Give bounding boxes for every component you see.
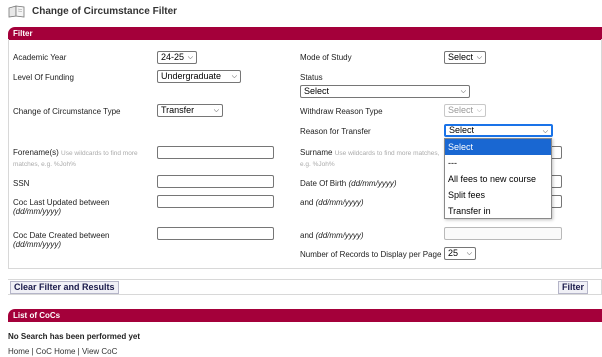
footer-link-coc-home[interactable]: CoC Home bbox=[36, 347, 76, 356]
book-icon bbox=[8, 4, 26, 18]
and-label: and bbox=[300, 231, 314, 240]
surname-label-group: Surname Use wildcards to find more match… bbox=[300, 148, 442, 170]
page-header: Change of Circumstance Filter bbox=[8, 2, 177, 20]
coc-last-updated-and-group: and (dd/mm/yyyy) bbox=[300, 198, 364, 208]
withdraw-reason-type-label: Withdraw Reason Type bbox=[300, 107, 383, 116]
dropdown-option-transfer-in[interactable]: Transfer in bbox=[445, 203, 551, 219]
academic-year-value: 24-25 bbox=[161, 52, 185, 62]
no-search-message: No Search has been performed yet bbox=[8, 332, 141, 341]
mode-of-study-select[interactable]: Select ⌵ bbox=[444, 51, 486, 64]
coc-date-created-from-input[interactable] bbox=[157, 227, 274, 240]
coc-date-created-format: (dd/mm/yyyy) bbox=[13, 240, 61, 249]
chevron-down-icon: ⌵ bbox=[542, 128, 548, 135]
status-select[interactable]: Select ⌵ bbox=[300, 85, 470, 98]
chevron-down-icon: ⌵ bbox=[476, 54, 482, 61]
reason-for-transfer-select[interactable]: Select ⌵ bbox=[444, 124, 553, 137]
coc-last-updated-from-input[interactable] bbox=[157, 195, 274, 208]
level-of-funding-select[interactable]: Undergraduate ⌵ bbox=[157, 70, 241, 83]
records-per-page-value: 25 bbox=[448, 248, 459, 258]
forename-label-group: Forename(s) Use wildcards to find more m… bbox=[13, 148, 153, 170]
reason-for-transfer-label: Reason for Transfer bbox=[300, 127, 371, 136]
level-of-funding-value: Undergraduate bbox=[161, 71, 222, 81]
filter-button[interactable]: Filter bbox=[558, 281, 589, 294]
reason-for-transfer-value: Select bbox=[449, 125, 475, 135]
list-section-header: List of CoCs bbox=[8, 309, 602, 322]
dropdown-option-all-fees[interactable]: All fees to new course bbox=[445, 171, 551, 187]
date-of-birth-label-group: Date Of Birth (dd/mm/yyyy) bbox=[300, 179, 396, 189]
reason-for-transfer-dropdown: Select --- All fees to new course Split … bbox=[444, 138, 552, 219]
withdraw-reason-type-select[interactable]: Select ⌵ bbox=[444, 104, 486, 117]
and-format: (dd/mm/yyyy) bbox=[315, 231, 364, 240]
forename-input[interactable] bbox=[157, 146, 274, 159]
and-label: and bbox=[300, 198, 314, 207]
academic-year-label: Academic Year bbox=[13, 53, 67, 62]
ssn-label: SSN bbox=[13, 179, 30, 188]
footer-nav: Home | CoC Home | View CoC bbox=[8, 347, 117, 356]
chevron-down-icon: ⌵ bbox=[187, 54, 193, 61]
chevron-down-icon: ⌵ bbox=[213, 107, 219, 114]
withdraw-reason-type-value: Select bbox=[448, 105, 474, 115]
chevron-down-icon: ⌵ bbox=[476, 107, 482, 114]
records-per-page-select[interactable]: 25 ⌵ bbox=[444, 247, 476, 260]
mode-of-study-label: Mode of Study bbox=[300, 53, 352, 62]
status-label: Status bbox=[300, 73, 323, 82]
dropdown-option-select[interactable]: Select bbox=[445, 139, 551, 155]
coc-type-select[interactable]: Transfer ⌵ bbox=[157, 104, 223, 117]
chevron-down-icon: ⌵ bbox=[231, 73, 237, 80]
surname-label: Surname bbox=[300, 148, 333, 157]
status-value: Select bbox=[304, 86, 330, 96]
coc-last-updated-format: (dd/mm/yyyy) bbox=[13, 207, 61, 216]
dropdown-option-split-fees[interactable]: Split fees bbox=[445, 187, 551, 203]
chevron-down-icon: ⌵ bbox=[466, 250, 472, 257]
clear-filter-button[interactable]: Clear Filter and Results bbox=[10, 281, 119, 294]
mode-of-study-value: Select bbox=[448, 52, 474, 62]
date-of-birth-format: (dd/mm/yyyy) bbox=[348, 179, 397, 188]
and-format: (dd/mm/yyyy) bbox=[315, 198, 364, 207]
dropdown-option-separator[interactable]: --- bbox=[445, 155, 551, 171]
coc-date-created-to-input[interactable] bbox=[444, 227, 562, 240]
level-of-funding-label: Level Of Funding bbox=[13, 73, 74, 82]
coc-type-label: Change of Circumstance Type bbox=[13, 107, 121, 116]
academic-year-select[interactable]: 24-25 ⌵ bbox=[157, 51, 197, 64]
footer-link-view-coc[interactable]: View CoC bbox=[82, 347, 117, 356]
coc-date-created-and-group: and (dd/mm/yyyy) bbox=[300, 231, 364, 241]
coc-type-value: Transfer bbox=[161, 105, 195, 115]
records-per-page-label: Number of Records to Display per Page bbox=[300, 250, 442, 259]
page-title: Change of Circumstance Filter bbox=[32, 5, 178, 17]
ssn-input[interactable] bbox=[157, 175, 274, 188]
footer-link-home[interactable]: Home bbox=[8, 347, 29, 356]
forename-label: Forename(s) bbox=[13, 148, 59, 157]
date-of-birth-label: Date Of Birth bbox=[300, 179, 347, 188]
chevron-down-icon: ⌵ bbox=[460, 88, 466, 95]
